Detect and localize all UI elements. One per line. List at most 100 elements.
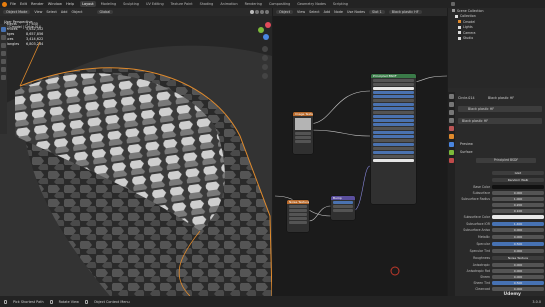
node-socket[interactable] [373, 107, 414, 110]
property-value[interactable]: Noise Texture [492, 255, 544, 260]
node-socket[interactable] [333, 201, 353, 204]
view-menu[interactable]: View [34, 10, 42, 14]
render-tab-icon[interactable] [449, 102, 454, 107]
measure-tool-icon[interactable] [1, 75, 6, 80]
object-tab-icon[interactable] [449, 134, 454, 139]
mode-dropdown[interactable]: Object Mode [3, 10, 31, 14]
scale-tool-icon[interactable] [1, 59, 6, 64]
mesh-render[interactable] [0, 16, 272, 296]
node-socket[interactable] [373, 135, 414, 138]
node-socket[interactable] [295, 132, 311, 135]
node-socket[interactable] [295, 140, 311, 143]
annotate-tool-icon[interactable] [1, 67, 6, 72]
property-value[interactable]: 0.000 [492, 190, 544, 195]
node-menu[interactable]: Node [334, 10, 343, 14]
menu-file[interactable]: File [10, 2, 16, 6]
select-tool-icon[interactable] [1, 27, 6, 32]
node-socket[interactable] [373, 143, 414, 146]
property-value[interactable]: 0.500 [492, 241, 544, 246]
surface-panel-header[interactable]: Surface [460, 150, 473, 154]
3d-viewport[interactable]: User Perspective (1) Cmodel | Circle.014 [0, 16, 272, 296]
data-tab-icon[interactable] [449, 150, 454, 155]
node-socket[interactable] [373, 123, 414, 126]
node-socket[interactable] [373, 79, 414, 82]
menu-render[interactable]: Render [31, 2, 44, 6]
property-value[interactable]: 0.100 [492, 208, 544, 213]
pan-icon[interactable] [262, 55, 268, 61]
node-socket[interactable] [373, 139, 414, 142]
material-dropdown[interactable]: Black plastic HF [388, 10, 422, 14]
transform-orientation[interactable]: Global [96, 10, 114, 14]
node-add-menu[interactable]: Add [324, 10, 331, 14]
node-socket[interactable] [373, 87, 414, 90]
node-socket[interactable] [373, 83, 414, 86]
grid-icon[interactable] [262, 73, 268, 79]
tab-rendering[interactable]: Rendering [243, 1, 264, 7]
node-socket[interactable] [373, 95, 414, 98]
rotate-tool-icon[interactable] [1, 51, 6, 56]
gizmo-z-icon[interactable] [263, 34, 269, 40]
subsurface-color-swatch[interactable] [492, 214, 544, 219]
property-value[interactable]: GGX [492, 170, 544, 175]
property-value[interactable]: 0.000 [492, 234, 544, 239]
node-socket[interactable] [373, 147, 414, 150]
property-value[interactable]: 0.000 [492, 227, 544, 232]
node-socket[interactable] [373, 99, 414, 102]
shader-type-dropdown[interactable]: Object [276, 10, 294, 14]
menu-edit[interactable]: Edit [20, 2, 27, 6]
node-socket[interactable] [333, 205, 353, 208]
node-socket[interactable] [333, 209, 353, 212]
menu-help[interactable]: Help [66, 2, 74, 6]
property-value[interactable]: 1.000 [492, 196, 544, 201]
scene-tab-icon[interactable] [449, 118, 454, 123]
cursor-tool-icon[interactable] [1, 35, 6, 40]
tab-geometry-nodes[interactable]: Geometry Nodes [295, 1, 328, 7]
property-value[interactable]: 0.200 [492, 202, 544, 207]
shading-icons[interactable] [250, 10, 269, 14]
property-value[interactable]: 1.400 [492, 221, 544, 226]
principled-bsdf-node[interactable]: Principled BSDF [371, 74, 416, 204]
node-socket[interactable] [373, 111, 414, 114]
property-value[interactable]: Random Walk [492, 177, 544, 182]
tab-modeling[interactable]: Modeling [99, 1, 118, 7]
node-socket[interactable] [373, 131, 414, 134]
node-select-menu[interactable]: Select [309, 10, 319, 14]
property-value[interactable]: 0.000 [492, 268, 544, 273]
world-tab-icon[interactable] [449, 126, 454, 131]
material-name-field[interactable]: Black plastic HF [458, 118, 542, 124]
preview-panel-header[interactable]: Preview [460, 142, 473, 146]
base-color-swatch[interactable] [492, 184, 544, 189]
move-tool-icon[interactable] [1, 43, 6, 48]
zoom-icon[interactable] [262, 46, 268, 52]
output-tab-icon[interactable] [449, 110, 454, 115]
outliner-item[interactable]: Studio [448, 36, 545, 42]
node-view-menu[interactable]: View [297, 10, 305, 14]
modifier-tab-icon[interactable] [449, 142, 454, 147]
tab-uv-editing[interactable]: UV Editing [144, 1, 166, 7]
tool-tab-icon[interactable] [449, 94, 454, 99]
node-socket[interactable] [373, 91, 414, 94]
node-socket[interactable] [373, 155, 414, 158]
node-socket[interactable] [295, 136, 311, 139]
add-menu[interactable]: Add [61, 10, 68, 14]
surface-shader-dropdown[interactable]: Principled BSDF [476, 158, 536, 163]
node-socket[interactable] [373, 151, 414, 154]
tab-compositing[interactable]: Compositing [267, 1, 292, 7]
material-tab-icon[interactable] [449, 158, 454, 163]
gizmo-y-icon[interactable] [258, 27, 264, 33]
tab-sculpting[interactable]: Sculpting [121, 1, 141, 7]
property-value[interactable]: 0.000 [492, 286, 544, 291]
node-socket[interactable] [373, 159, 414, 162]
noise-texture-node[interactable]: Noise Texture [287, 200, 309, 232]
material-slot-row[interactable]: Black plastic HF [458, 106, 542, 112]
select-menu[interactable]: Select [46, 10, 56, 14]
tab-shading[interactable]: Shading [198, 1, 216, 7]
node-socket[interactable] [373, 103, 414, 106]
node-socket[interactable] [289, 217, 307, 220]
property-value[interactable]: 0.000 [492, 274, 544, 279]
node-socket[interactable] [373, 127, 414, 130]
camera-icon[interactable] [262, 64, 268, 70]
tab-animation[interactable]: Animation [218, 1, 239, 7]
node-editor[interactable]: Principled BSDF Image Texture Noise Text… [273, 16, 447, 296]
node-socket[interactable] [289, 221, 307, 224]
